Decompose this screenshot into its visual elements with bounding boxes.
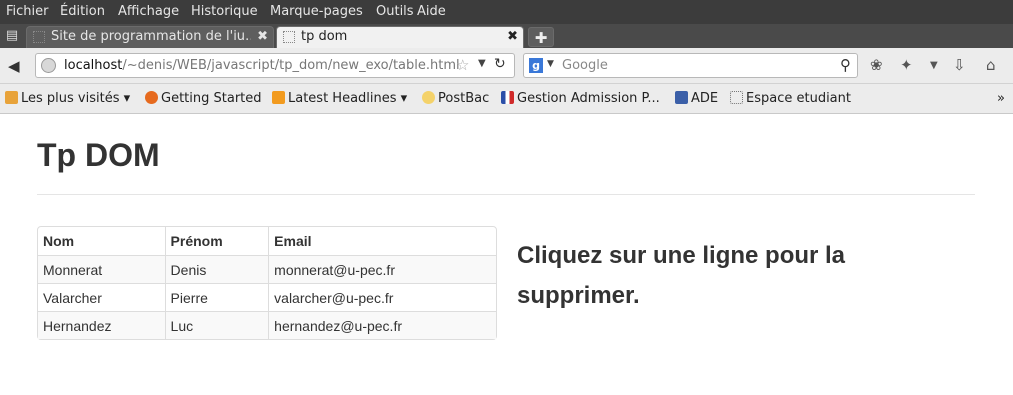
search-bar[interactable]: g ▼ Google ⚲ [523, 53, 858, 78]
table-row[interactable]: Hernandez Luc hernandez@u-pec.fr [38, 311, 496, 339]
url-history-dropdown-icon[interactable]: ▼ [478, 58, 486, 69]
bookmark-postbac[interactable]: PostBac [422, 91, 489, 106]
firefox-icon [145, 91, 158, 104]
flag-icon [501, 91, 514, 104]
page-icon [33, 31, 45, 43]
cell-prenom: Pierre [164, 283, 269, 311]
tab-title: tp dom [301, 29, 348, 44]
bookmark-getting-started[interactable]: Getting Started [145, 91, 262, 106]
bookmark-most-visited[interactable]: Les plus visités ▾ [5, 91, 130, 106]
url-path: /~denis/WEB/javascript/tp_dom/new_exo/ta… [122, 58, 460, 73]
bookmark-ade[interactable]: ADE [675, 91, 718, 106]
navigation-bar: ◀ localhost/~denis/WEB/javascript/tp_dom… [0, 48, 1013, 84]
tab-tp-dom[interactable]: tp dom ✖ [276, 26, 524, 48]
column-header-nom: Nom [43, 233, 75, 249]
search-input[interactable]: Google [562, 58, 608, 73]
postbac-icon [422, 91, 435, 104]
cell-prenom: Luc [164, 311, 269, 339]
close-tab-icon[interactable]: ✖ [507, 27, 518, 47]
instruction-text: Cliquez sur une ligne pour la supprimer. [517, 242, 846, 309]
cell-email: valarcher@u-pec.fr [268, 283, 496, 311]
menu-edition[interactable]: Édition [60, 4, 105, 19]
engine-dropdown-icon[interactable]: ▼ [547, 59, 554, 69]
downloads-icon[interactable]: ⇩ [953, 56, 966, 74]
bookmark-gestion-admission[interactable]: Gestion Admission P... [501, 91, 660, 106]
page-title: Tp DOM [37, 137, 160, 173]
people-table: Nom Prénom Email Monnerat Denis monnerat… [37, 226, 497, 340]
page-icon [283, 31, 295, 43]
menu-marque-pages[interactable]: Marque-pages [270, 4, 363, 19]
rss-icon [272, 91, 285, 104]
url-bar[interactable]: localhost/~denis/WEB/javascript/tp_dom/n… [35, 53, 515, 78]
tab-title: Site de programmation de l'iu… [51, 29, 251, 44]
google-engine-icon[interactable]: g [529, 58, 543, 73]
url-text[interactable]: localhost/~denis/WEB/javascript/tp_dom/n… [64, 58, 460, 73]
cell-nom: Valarcher [38, 283, 165, 311]
bookmark-label: Getting Started [161, 91, 262, 106]
menu-outils[interactable]: Outils [376, 4, 414, 19]
bookmark-label: Gestion Admission P... [517, 91, 660, 106]
addon-icon[interactable]: ❀ [870, 56, 883, 74]
table-row[interactable]: Monnerat Denis monnerat@u-pec.fr [38, 255, 496, 283]
bookmark-star-icon[interactable]: ☆ [456, 56, 469, 74]
cell-email: hernandez@u-pec.fr [268, 311, 496, 339]
close-tab-icon[interactable]: ✖ [257, 27, 268, 47]
table-header-row: Nom Prénom Email [38, 227, 496, 255]
bookmark-latest-headlines[interactable]: Latest Headlines ▾ [272, 91, 407, 106]
globe-icon [41, 58, 56, 73]
menu-bar: Fichier Édition Affichage Historique Mar… [0, 0, 1013, 24]
tab-strip: ▤ Site de programmation de l'iu… ✖ tp do… [0, 24, 1013, 48]
column-header-email: Email [268, 227, 496, 255]
cell-email: monnerat@u-pec.fr [268, 255, 496, 283]
menu-aide[interactable]: Aide [417, 4, 446, 19]
tab-site-programmation[interactable]: Site de programmation de l'iu… ✖ [26, 26, 274, 48]
cell-prenom: Denis [164, 255, 269, 283]
bookmark-label: ADE [691, 91, 719, 106]
bookmark-label: Espace etudiant [746, 91, 851, 106]
cell-nom: Monnerat [38, 255, 165, 283]
cell-nom: Hernandez [38, 311, 165, 339]
bookmark-espace-etudiant[interactable]: Espace etudiant [730, 91, 851, 106]
url-host: localhost [64, 58, 123, 73]
ade-icon [675, 91, 688, 104]
column-header-prenom: Prénom [164, 227, 269, 255]
new-tab-button[interactable]: ✚ [528, 27, 554, 47]
back-arrow-icon[interactable]: ◀ [8, 57, 20, 75]
bookmark-label: PostBac [438, 91, 490, 106]
bookmark-label: Les plus visités ▾ [21, 91, 131, 106]
search-icon[interactable]: ⚲ [840, 56, 851, 74]
table-row[interactable]: Valarcher Pierre valarcher@u-pec.fr [38, 283, 496, 311]
home-icon[interactable]: ⌂ [986, 56, 996, 74]
extension-dropdown-icon[interactable]: ▼ [930, 60, 938, 71]
page-icon [730, 91, 743, 104]
most-visited-icon [5, 91, 18, 104]
bookmarks-overflow-icon[interactable]: » [997, 91, 1005, 106]
menu-affichage[interactable]: Affichage [118, 4, 179, 19]
tab-list-icon[interactable]: ▤ [2, 27, 22, 45]
bookmark-label: Latest Headlines ▾ [288, 91, 408, 106]
menu-fichier[interactable]: Fichier [6, 4, 49, 19]
reload-icon[interactable]: ↻ [494, 56, 506, 72]
divider [37, 194, 975, 195]
bookmarks-toolbar: Les plus visités ▾ Getting Started Lates… [0, 84, 1013, 114]
extension-icon[interactable]: ✦ [900, 56, 913, 74]
menu-historique[interactable]: Historique [191, 4, 258, 19]
